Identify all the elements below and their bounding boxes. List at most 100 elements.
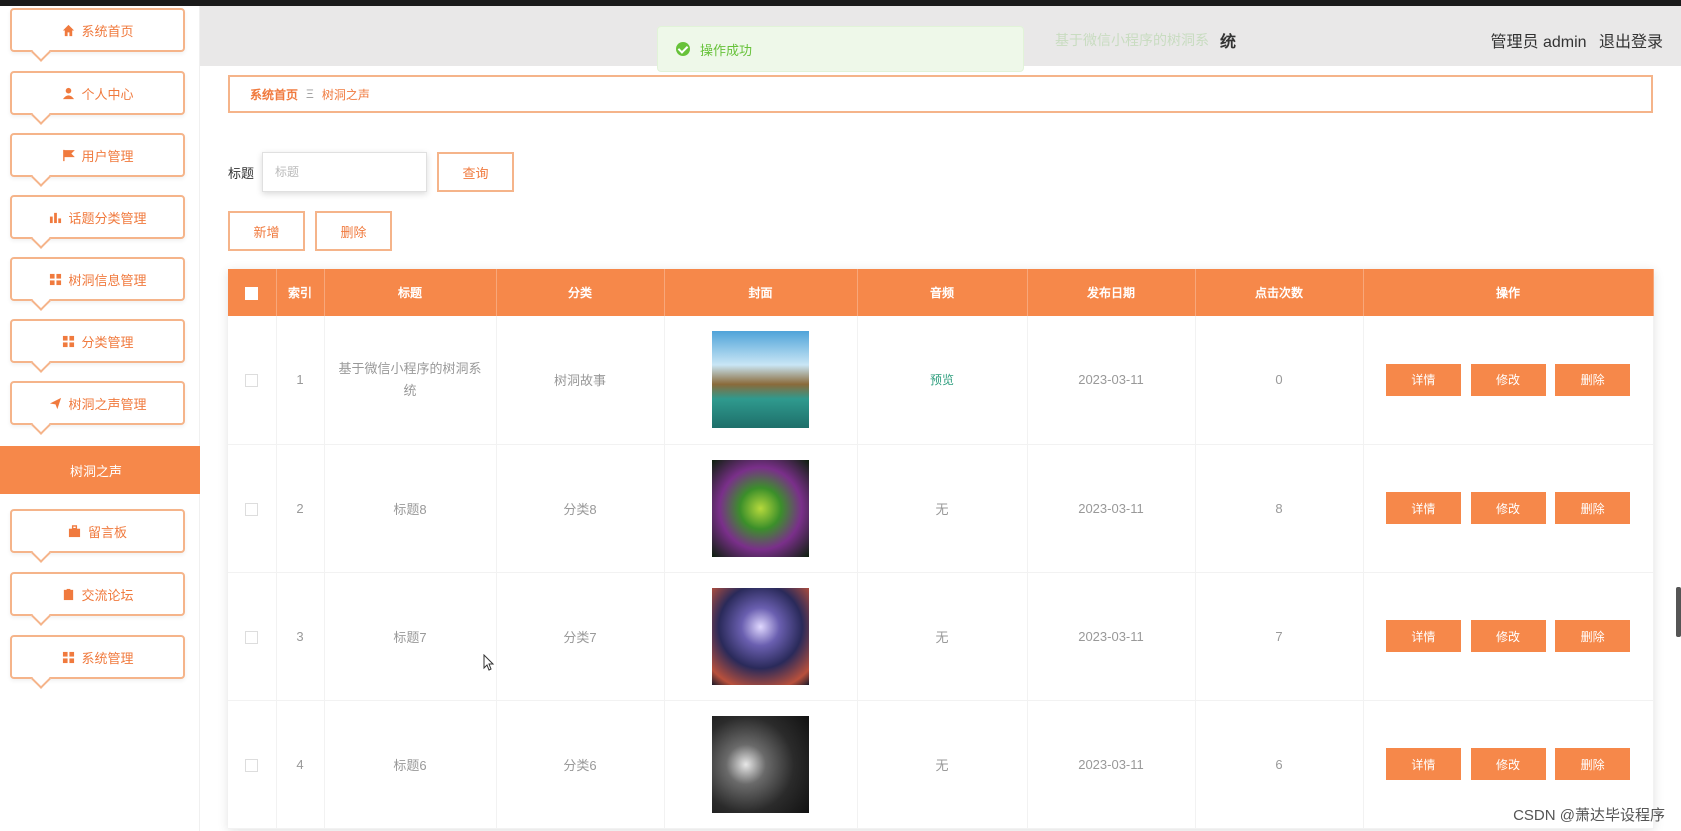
delete-button[interactable]: 删除 [1555, 748, 1631, 780]
table-row: 1 基于微信小程序的树洞系统 树洞故事 预览 2023-03-11 0 详情 修… [228, 316, 1654, 445]
delete-button[interactable]: 删除 [1555, 492, 1631, 524]
cell-date: 2023-03-11 [1027, 700, 1196, 829]
column-header: 标题 [324, 269, 497, 316]
detail-button[interactable]: 详情 [1385, 492, 1461, 524]
breadcrumb-current: 树洞之声 [321, 87, 370, 102]
sidebar-item-users[interactable]: 用户管理 [10, 133, 185, 177]
audio-preview-link[interactable]: 预览 [930, 373, 954, 387]
detail-button[interactable]: 详情 [1385, 363, 1461, 396]
sidebar-item-home[interactable]: 系统首页 [10, 8, 185, 52]
cell-index: 2 [276, 444, 325, 573]
edit-button[interactable]: 修改 [1470, 620, 1546, 652]
cell-index: 1 [276, 316, 325, 445]
logout-link[interactable]: 退出登录 [1599, 34, 1663, 51]
briefcase-icon [68, 524, 82, 538]
sidebar-item-label: 系统管理 [81, 650, 134, 666]
select-all-cell[interactable] [228, 269, 277, 316]
cell-category: 分类6 [496, 700, 665, 829]
sidebar-item-profile[interactable]: 个人中心 [10, 71, 185, 115]
cell-title: 基于微信小程序的树洞系统 [324, 316, 497, 445]
sidebar-subitem-treehole-voice[interactable]: 树洞之声 [0, 446, 200, 494]
send-icon [48, 396, 62, 410]
cell-clicks: 0 [1195, 316, 1364, 445]
cell-index: 4 [276, 700, 325, 829]
search-bar: 标题 查询 [228, 152, 515, 192]
cell-date: 2023-03-11 [1027, 444, 1196, 573]
search-input[interactable] [262, 152, 428, 192]
column-header: 点击次数 [1195, 269, 1364, 316]
table-header-row: 索引 标题 分类 封面 音频 发布日期 点击次数 操作 [228, 269, 1654, 316]
cell-title: 标题8 [324, 444, 497, 573]
cell-clicks: 6 [1195, 700, 1364, 829]
grid-icon [61, 334, 75, 348]
sidebar-item-label: 个人中心 [81, 86, 134, 102]
sidebar: 系统首页 个人中心 用户管理 话题分类管理 树洞信息管理 分类管理 树洞之声管理… [0, 6, 200, 831]
sidebar-item-forum[interactable]: 交流论坛 [10, 572, 185, 616]
search-label: 标题 [228, 165, 255, 181]
flag-icon [61, 148, 75, 162]
sidebar-item-category[interactable]: 分类管理 [10, 319, 185, 363]
cover-image [712, 459, 809, 557]
cell-title: 标题7 [324, 572, 497, 701]
sidebar-item-label: 交流论坛 [81, 587, 134, 603]
column-header: 分类 [496, 269, 665, 316]
column-header: 发布日期 [1027, 269, 1196, 316]
clipboard-icon [61, 587, 75, 601]
table-row: 2 标题8 分类8 无 2023-03-11 8 详情 修改 删除 [228, 444, 1654, 573]
breadcrumb-separator: Ξ [306, 87, 314, 101]
cell-audio: 无 [857, 444, 1028, 573]
home-icon [61, 23, 75, 37]
column-header: 索引 [276, 269, 325, 316]
search-button[interactable]: 查询 [437, 152, 515, 192]
cover-image [712, 331, 809, 429]
column-header: 封面 [664, 269, 858, 316]
edit-button[interactable]: 修改 [1470, 363, 1546, 396]
sidebar-item-treehole-info[interactable]: 树洞信息管理 [10, 257, 185, 301]
sidebar-item-topic-category[interactable]: 话题分类管理 [10, 195, 185, 239]
detail-button[interactable]: 详情 [1385, 748, 1461, 780]
cover-image [712, 715, 809, 813]
edit-button[interactable]: 修改 [1470, 748, 1546, 780]
delete-button[interactable]: 删除 [1555, 363, 1631, 396]
watermark: CSDN @萧达毕设程序 [1513, 807, 1665, 824]
cell-audio: 无 [857, 700, 1028, 829]
cell-category: 树洞故事 [496, 316, 665, 445]
user-icon [61, 86, 75, 100]
select-all-checkbox[interactable] [245, 286, 259, 300]
row-checkbox[interactable] [245, 758, 259, 772]
cell-clicks: 8 [1195, 444, 1364, 573]
cell-audio: 无 [857, 572, 1028, 701]
cell-date: 2023-03-11 [1027, 316, 1196, 445]
cover-image [712, 587, 809, 685]
sidebar-item-message-board[interactable]: 留言板 [10, 509, 185, 553]
sidebar-item-label: 用户管理 [81, 148, 134, 164]
success-icon [676, 42, 690, 56]
action-bar: 新增 删除 [228, 211, 402, 251]
batch-delete-button[interactable]: 删除 [315, 211, 392, 251]
sidebar-item-label: 留言板 [87, 524, 127, 540]
row-checkbox[interactable] [245, 630, 259, 644]
sidebar-item-treehole-voice[interactable]: 树洞之声管理 [10, 381, 185, 425]
bar-chart-icon [48, 210, 62, 224]
detail-button[interactable]: 详情 [1385, 620, 1461, 652]
mouse-cursor-icon [483, 654, 495, 671]
scrollbar-thumb[interactable] [1676, 587, 1681, 637]
delete-button[interactable]: 删除 [1555, 620, 1631, 652]
grid-icon [61, 650, 75, 664]
row-checkbox[interactable] [245, 374, 259, 388]
sidebar-item-system[interactable]: 系统管理 [10, 635, 185, 679]
admin-label: 管理员 admin [1490, 34, 1587, 51]
column-header: 操作 [1363, 269, 1654, 316]
cell-category: 分类7 [496, 572, 665, 701]
cell-clicks: 7 [1195, 572, 1364, 701]
column-header: 音频 [857, 269, 1028, 316]
breadcrumb-home[interactable]: 系统首页 [250, 86, 298, 103]
table-row: 3 标题7 分类7 无 2023-03-11 7 详情 修改 删除 [228, 572, 1654, 701]
sidebar-item-label: 分类管理 [81, 334, 134, 350]
row-checkbox[interactable] [245, 502, 259, 516]
sidebar-item-label: 话题分类管理 [68, 210, 147, 226]
cell-title: 标题6 [324, 700, 497, 829]
app-title-faded: 基于微信小程序的树洞系 [1055, 32, 1209, 48]
add-button[interactable]: 新增 [228, 211, 305, 251]
edit-button[interactable]: 修改 [1470, 492, 1546, 524]
